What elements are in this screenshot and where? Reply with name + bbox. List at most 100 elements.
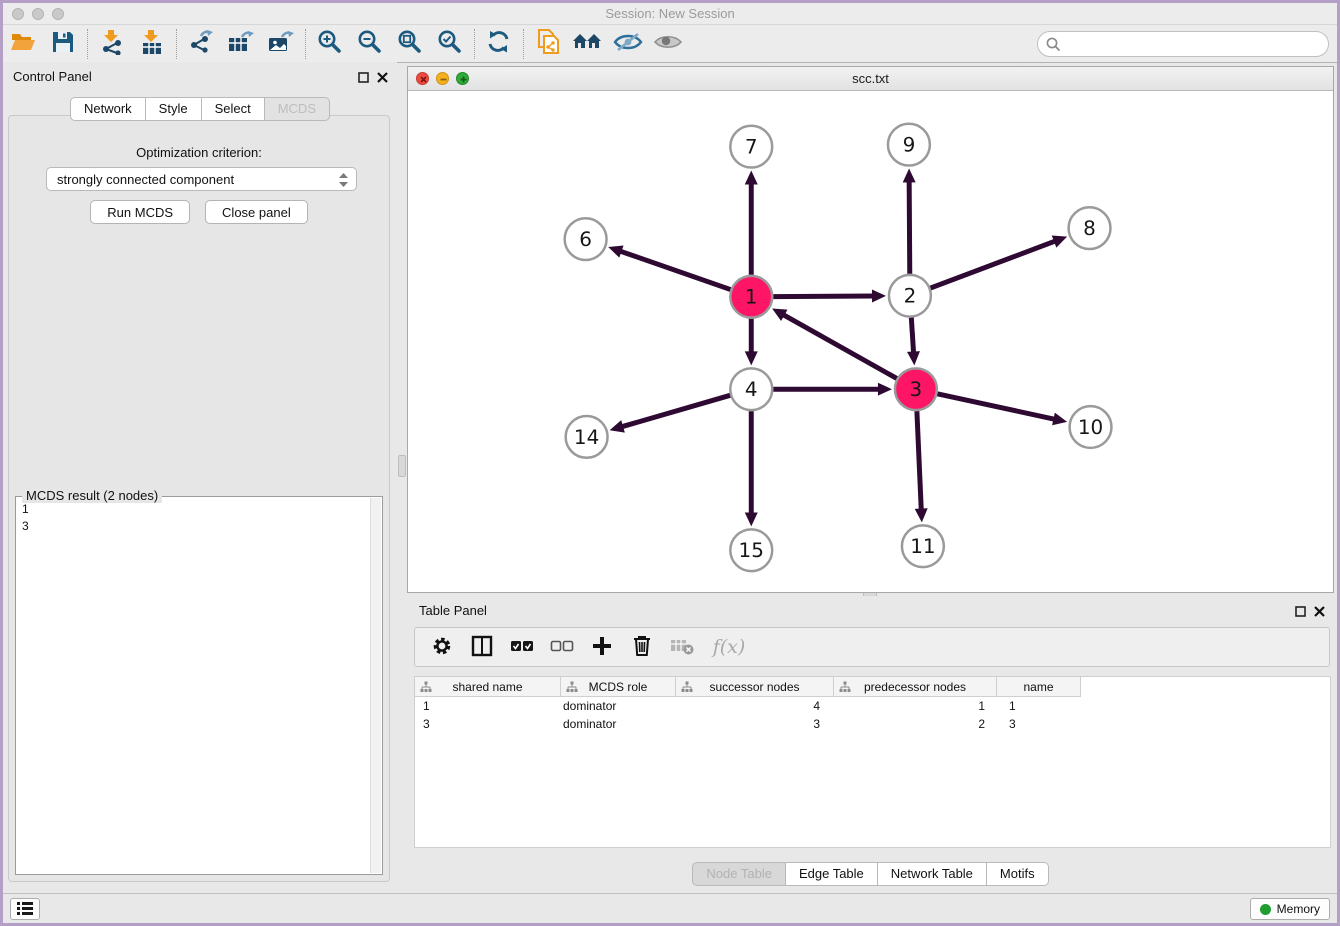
- import-table-icon: [139, 29, 165, 58]
- tab-edge-table[interactable]: Edge Table: [786, 862, 878, 886]
- graph-edge-3-1[interactable]: [783, 314, 897, 378]
- list-icon: [17, 901, 33, 918]
- graph-node-label-6: 6: [579, 228, 592, 251]
- control-panel: Control Panel Network Style Select MCDS …: [3, 62, 397, 887]
- tab-network-table[interactable]: Network Table: [878, 862, 987, 886]
- table-settings-button[interactable]: [429, 633, 455, 661]
- graph-node-label-7: 7: [745, 136, 758, 159]
- graph-edge-1-6[interactable]: [620, 251, 731, 290]
- graph-edge-3-10[interactable]: [937, 394, 1055, 420]
- create-column-button[interactable]: [589, 633, 615, 661]
- search-container: [1037, 31, 1329, 57]
- export-table-button[interactable]: [221, 28, 261, 60]
- column-header-name[interactable]: name: [997, 677, 1081, 696]
- tab-select[interactable]: Select: [202, 97, 265, 121]
- table-panel-title: Table Panel: [419, 603, 487, 618]
- close-panel-button[interactable]: Close panel: [205, 200, 308, 224]
- tab-style[interactable]: Style: [146, 97, 202, 121]
- trash-icon: [632, 635, 652, 660]
- column-header-predecessor-nodes[interactable]: predecessor nodes: [834, 677, 997, 696]
- graph-edge-2-8[interactable]: [930, 241, 1055, 288]
- graph-edge-arrowhead: [907, 351, 920, 365]
- column-header-successor-nodes[interactable]: successor nodes: [676, 677, 834, 696]
- import-table-button[interactable]: [132, 28, 172, 60]
- zoom-fit-button[interactable]: [390, 28, 430, 60]
- deselect-all-columns-button[interactable]: [549, 633, 575, 661]
- graph-edge-3-11[interactable]: [917, 411, 921, 510]
- graph-edge-arrowhead: [745, 512, 758, 526]
- graph-node-label-1: 1: [745, 286, 758, 309]
- zoom-selected-button[interactable]: [430, 28, 470, 60]
- column-header-mcds-role[interactable]: MCDS role: [561, 677, 676, 696]
- export-image-button[interactable]: [261, 28, 301, 60]
- column-header-shared-name[interactable]: shared name: [415, 677, 561, 696]
- task-history-button[interactable]: [10, 898, 40, 920]
- toolbar-separator: [176, 29, 177, 59]
- tab-mcds[interactable]: MCDS: [265, 97, 330, 121]
- graph-node-label-2: 2: [904, 285, 917, 308]
- graph-node-label-10: 10: [1078, 416, 1103, 439]
- save-session-button[interactable]: [43, 28, 83, 60]
- zoom-in-icon: [317, 29, 343, 58]
- home-view-button[interactable]: [568, 28, 608, 60]
- graph-edge-arrowhead: [1052, 235, 1067, 247]
- close-table-panel-icon[interactable]: [1314, 604, 1325, 622]
- open-file-button[interactable]: [3, 28, 43, 60]
- graph-edge-4-14[interactable]: [621, 395, 730, 427]
- import-network-button[interactable]: [92, 28, 132, 60]
- graph-node-label-14: 14: [574, 426, 599, 449]
- graph-edge-2-3[interactable]: [911, 318, 913, 354]
- table-header-row: shared name MCDS role successor nodes pr…: [415, 677, 1081, 697]
- search-input[interactable]: [1037, 31, 1329, 57]
- close-panel-icon[interactable]: [377, 70, 388, 88]
- network-window-titlebar[interactable]: scc.txt: [408, 67, 1333, 91]
- tab-motifs[interactable]: Motifs: [987, 862, 1049, 886]
- vertical-splitter-handle[interactable]: [398, 455, 406, 477]
- show-all-button[interactable]: [648, 28, 688, 60]
- memory-status-icon: [1260, 904, 1271, 915]
- graph-node-label-8: 8: [1083, 217, 1096, 240]
- result-scrollbar[interactable]: [370, 498, 381, 873]
- delete-table-button[interactable]: [669, 633, 695, 661]
- application-window: Session: New Session: [3, 3, 1337, 923]
- window-title: Session: New Session: [3, 6, 1337, 21]
- float-panel-icon[interactable]: [358, 70, 369, 88]
- open-folder-icon: [10, 30, 36, 57]
- apply-layout-button[interactable]: [479, 28, 519, 60]
- graph-node-label-3: 3: [910, 378, 923, 401]
- tab-network[interactable]: Network: [70, 97, 146, 121]
- zoom-out-button[interactable]: [350, 28, 390, 60]
- show-columns-button[interactable]: [469, 633, 495, 661]
- select-all-columns-button[interactable]: [509, 633, 535, 661]
- control-panel-title: Control Panel: [13, 69, 92, 84]
- zoom-out-icon: [357, 29, 383, 58]
- hide-selected-button[interactable]: [608, 28, 648, 60]
- mcds-result-text[interactable]: 1 3: [22, 501, 368, 872]
- function-builder-button[interactable]: f(x): [709, 633, 749, 661]
- network-canvas[interactable]: 1234678910111415: [409, 91, 1332, 591]
- graph-edge-arrowhead: [872, 290, 886, 303]
- graph-edge-1-2[interactable]: [773, 296, 874, 297]
- copy-pages-icon: [535, 28, 561, 59]
- float-table-panel-icon[interactable]: [1295, 604, 1306, 622]
- graph-node-label-9: 9: [903, 134, 916, 157]
- checked-boxes-icon: [510, 639, 534, 656]
- run-mcds-button[interactable]: Run MCDS: [90, 200, 190, 224]
- graph-edge-2-9[interactable]: [909, 180, 910, 273]
- save-icon: [51, 30, 75, 57]
- export-network-button[interactable]: [181, 28, 221, 60]
- graph-edge-arrowhead: [903, 169, 916, 183]
- table-row[interactable]: 1 dominator 4 1 1: [415, 698, 1081, 714]
- graph-edge-arrowhead: [610, 420, 625, 432]
- copy-style-button[interactable]: [528, 28, 568, 60]
- criterion-dropdown[interactable]: strongly connected component: [46, 167, 357, 191]
- fx-icon: f(x): [713, 636, 746, 658]
- zoom-in-button[interactable]: [310, 28, 350, 60]
- search-icon: [1046, 37, 1061, 52]
- delete-column-button[interactable]: [629, 633, 655, 661]
- graph-edge-arrowhead: [608, 245, 623, 257]
- memory-button[interactable]: Memory: [1250, 898, 1330, 920]
- table-row[interactable]: 3 dominator 3 2 3: [415, 716, 1081, 732]
- graph-edge-arrowhead: [878, 383, 892, 396]
- tab-node-table[interactable]: Node Table: [692, 862, 786, 886]
